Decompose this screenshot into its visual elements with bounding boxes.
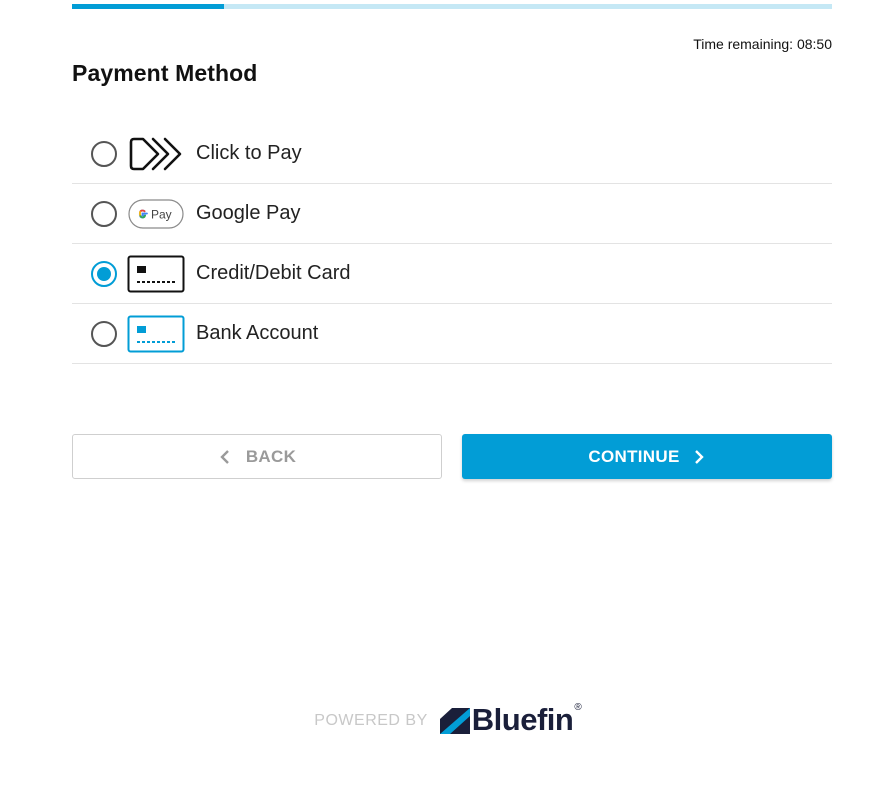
time-remaining: Time remaining: 08:50: [693, 36, 832, 52]
google-pay-icon: Pay: [127, 195, 185, 233]
continue-button[interactable]: CONTINUE: [462, 434, 832, 479]
payment-option-google-pay[interactable]: Pay Google Pay: [72, 184, 832, 244]
payment-option-label: Credit/Debit Card: [196, 262, 351, 284]
payment-option-credit-debit-card[interactable]: Credit/Debit Card: [72, 244, 832, 304]
payment-option-click-to-pay[interactable]: Click to Pay: [72, 124, 832, 184]
chevron-left-icon: [218, 449, 232, 465]
click-to-pay-icon: [127, 135, 185, 173]
chevron-right-icon: [692, 449, 706, 465]
payment-method-list: Click to Pay Pay Google Pay Credit/Debit: [72, 124, 832, 364]
payment-option-label: Bank Account: [196, 322, 319, 344]
svg-text:Pay: Pay: [151, 207, 172, 221]
credit-card-icon: [127, 255, 185, 293]
payment-option-label: Google Pay: [196, 202, 301, 224]
bluefin-logo: Bluefin ®: [439, 702, 582, 737]
back-button[interactable]: BACK: [72, 434, 442, 479]
page-title: Payment Method: [72, 60, 258, 86]
payment-option-bank-account[interactable]: Bank Account: [72, 304, 832, 364]
bank-account-icon: [127, 315, 185, 353]
radio-google-pay[interactable]: [91, 200, 117, 227]
brand-name: Bluefin: [471, 702, 574, 737]
continue-button-label: CONTINUE: [588, 446, 680, 466]
progress-bar-fill: [72, 4, 224, 9]
payment-option-label: Click to Pay: [196, 142, 302, 164]
bluefin-mark-icon: [439, 707, 470, 734]
back-button-label: BACK: [245, 446, 297, 466]
powered-by-text: POWERED BY: [314, 712, 428, 729]
progress-bar: [72, 4, 832, 9]
radio-credit-debit-card[interactable]: [91, 260, 117, 287]
radio-click-to-pay[interactable]: [91, 140, 117, 167]
radio-bank-account[interactable]: [91, 320, 117, 347]
footer: POWERED BY Bluefin ®: [0, 702, 896, 737]
registered-mark: ®: [574, 702, 582, 713]
